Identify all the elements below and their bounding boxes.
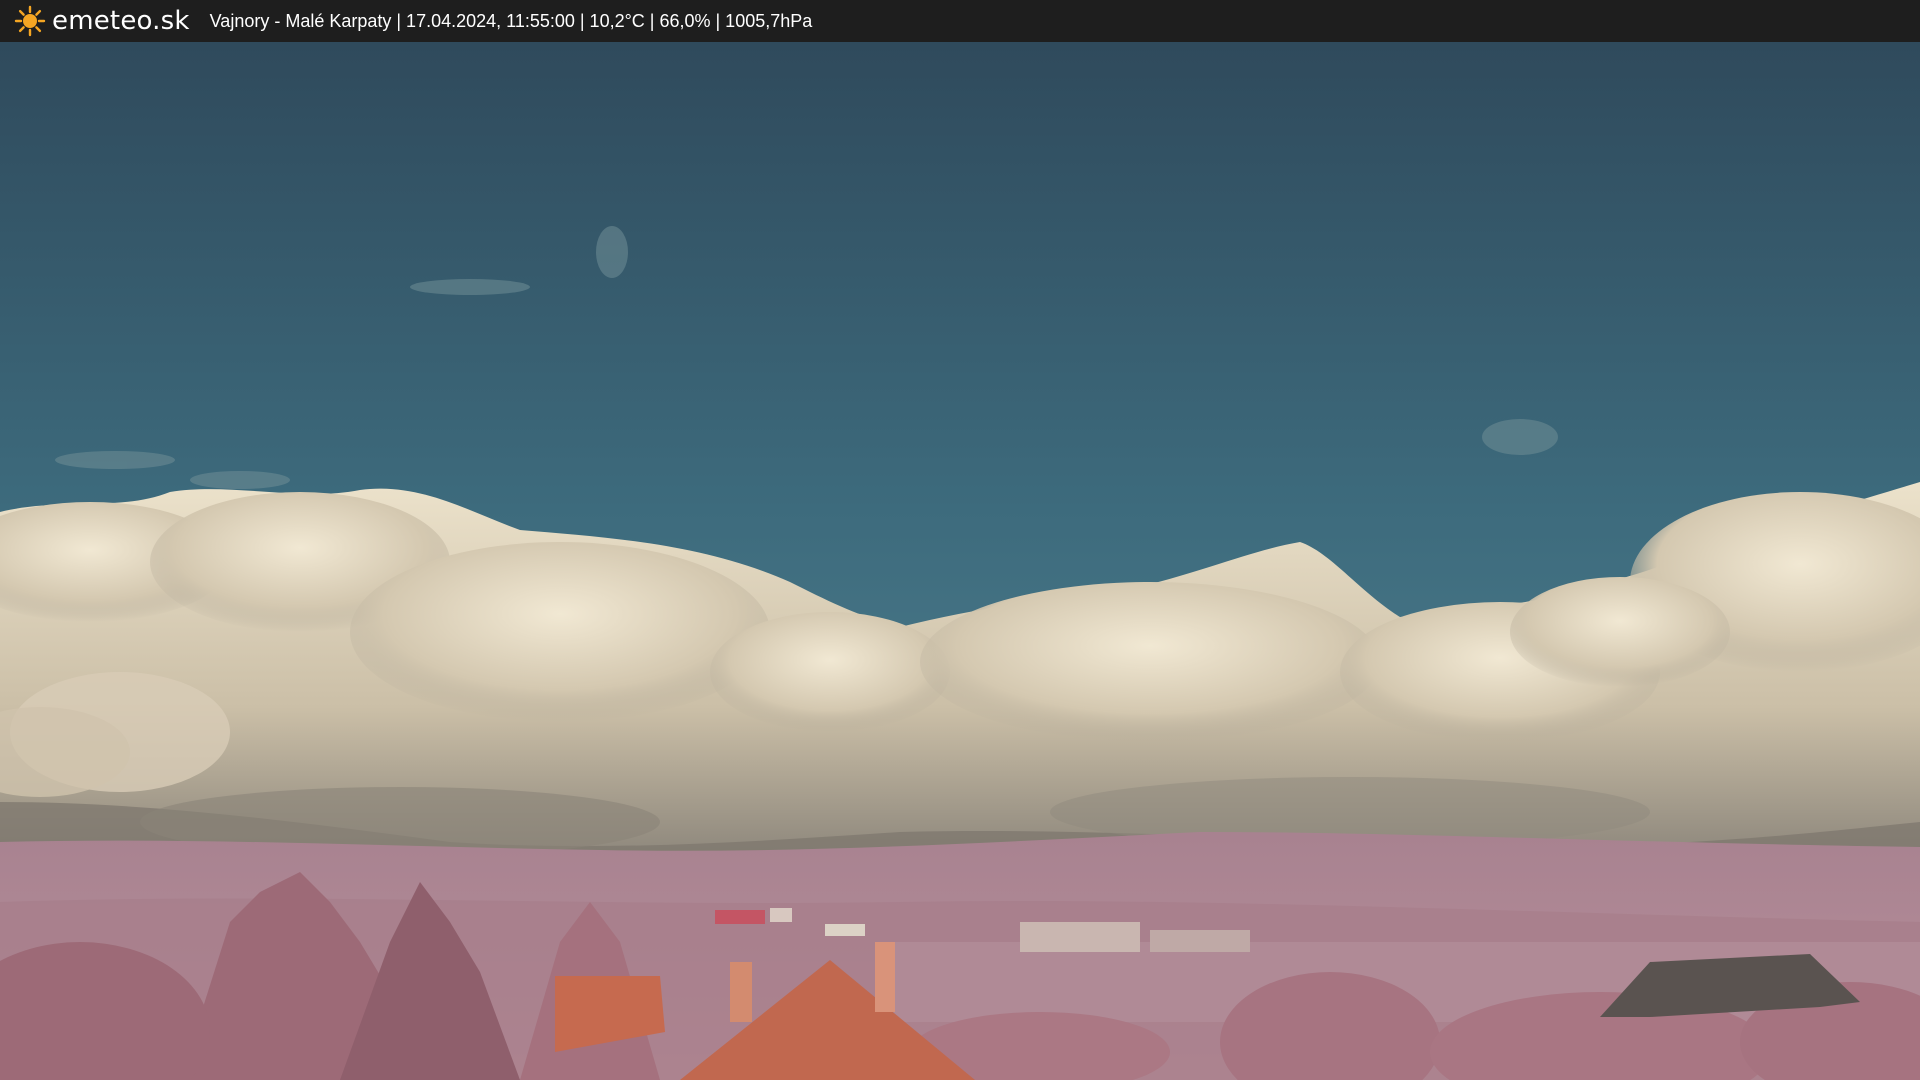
webcam-image: [0, 42, 1920, 1080]
landscape-illustration: [0, 42, 1920, 1080]
logo[interactable]: emeteo.sk: [14, 5, 190, 37]
weather-status: Vajnory - Malé Karpaty | 17.04.2024, 11:…: [209, 10, 813, 31]
webcam-frame: emeteo.sk Vajnory - Malé Karpaty | 17.04…: [0, 0, 1920, 1080]
sun-icon: [14, 5, 46, 37]
brand-name: emeteo.sk: [52, 6, 190, 36]
top-bar: emeteo.sk Vajnory - Malé Karpaty | 17.04…: [0, 0, 1920, 42]
